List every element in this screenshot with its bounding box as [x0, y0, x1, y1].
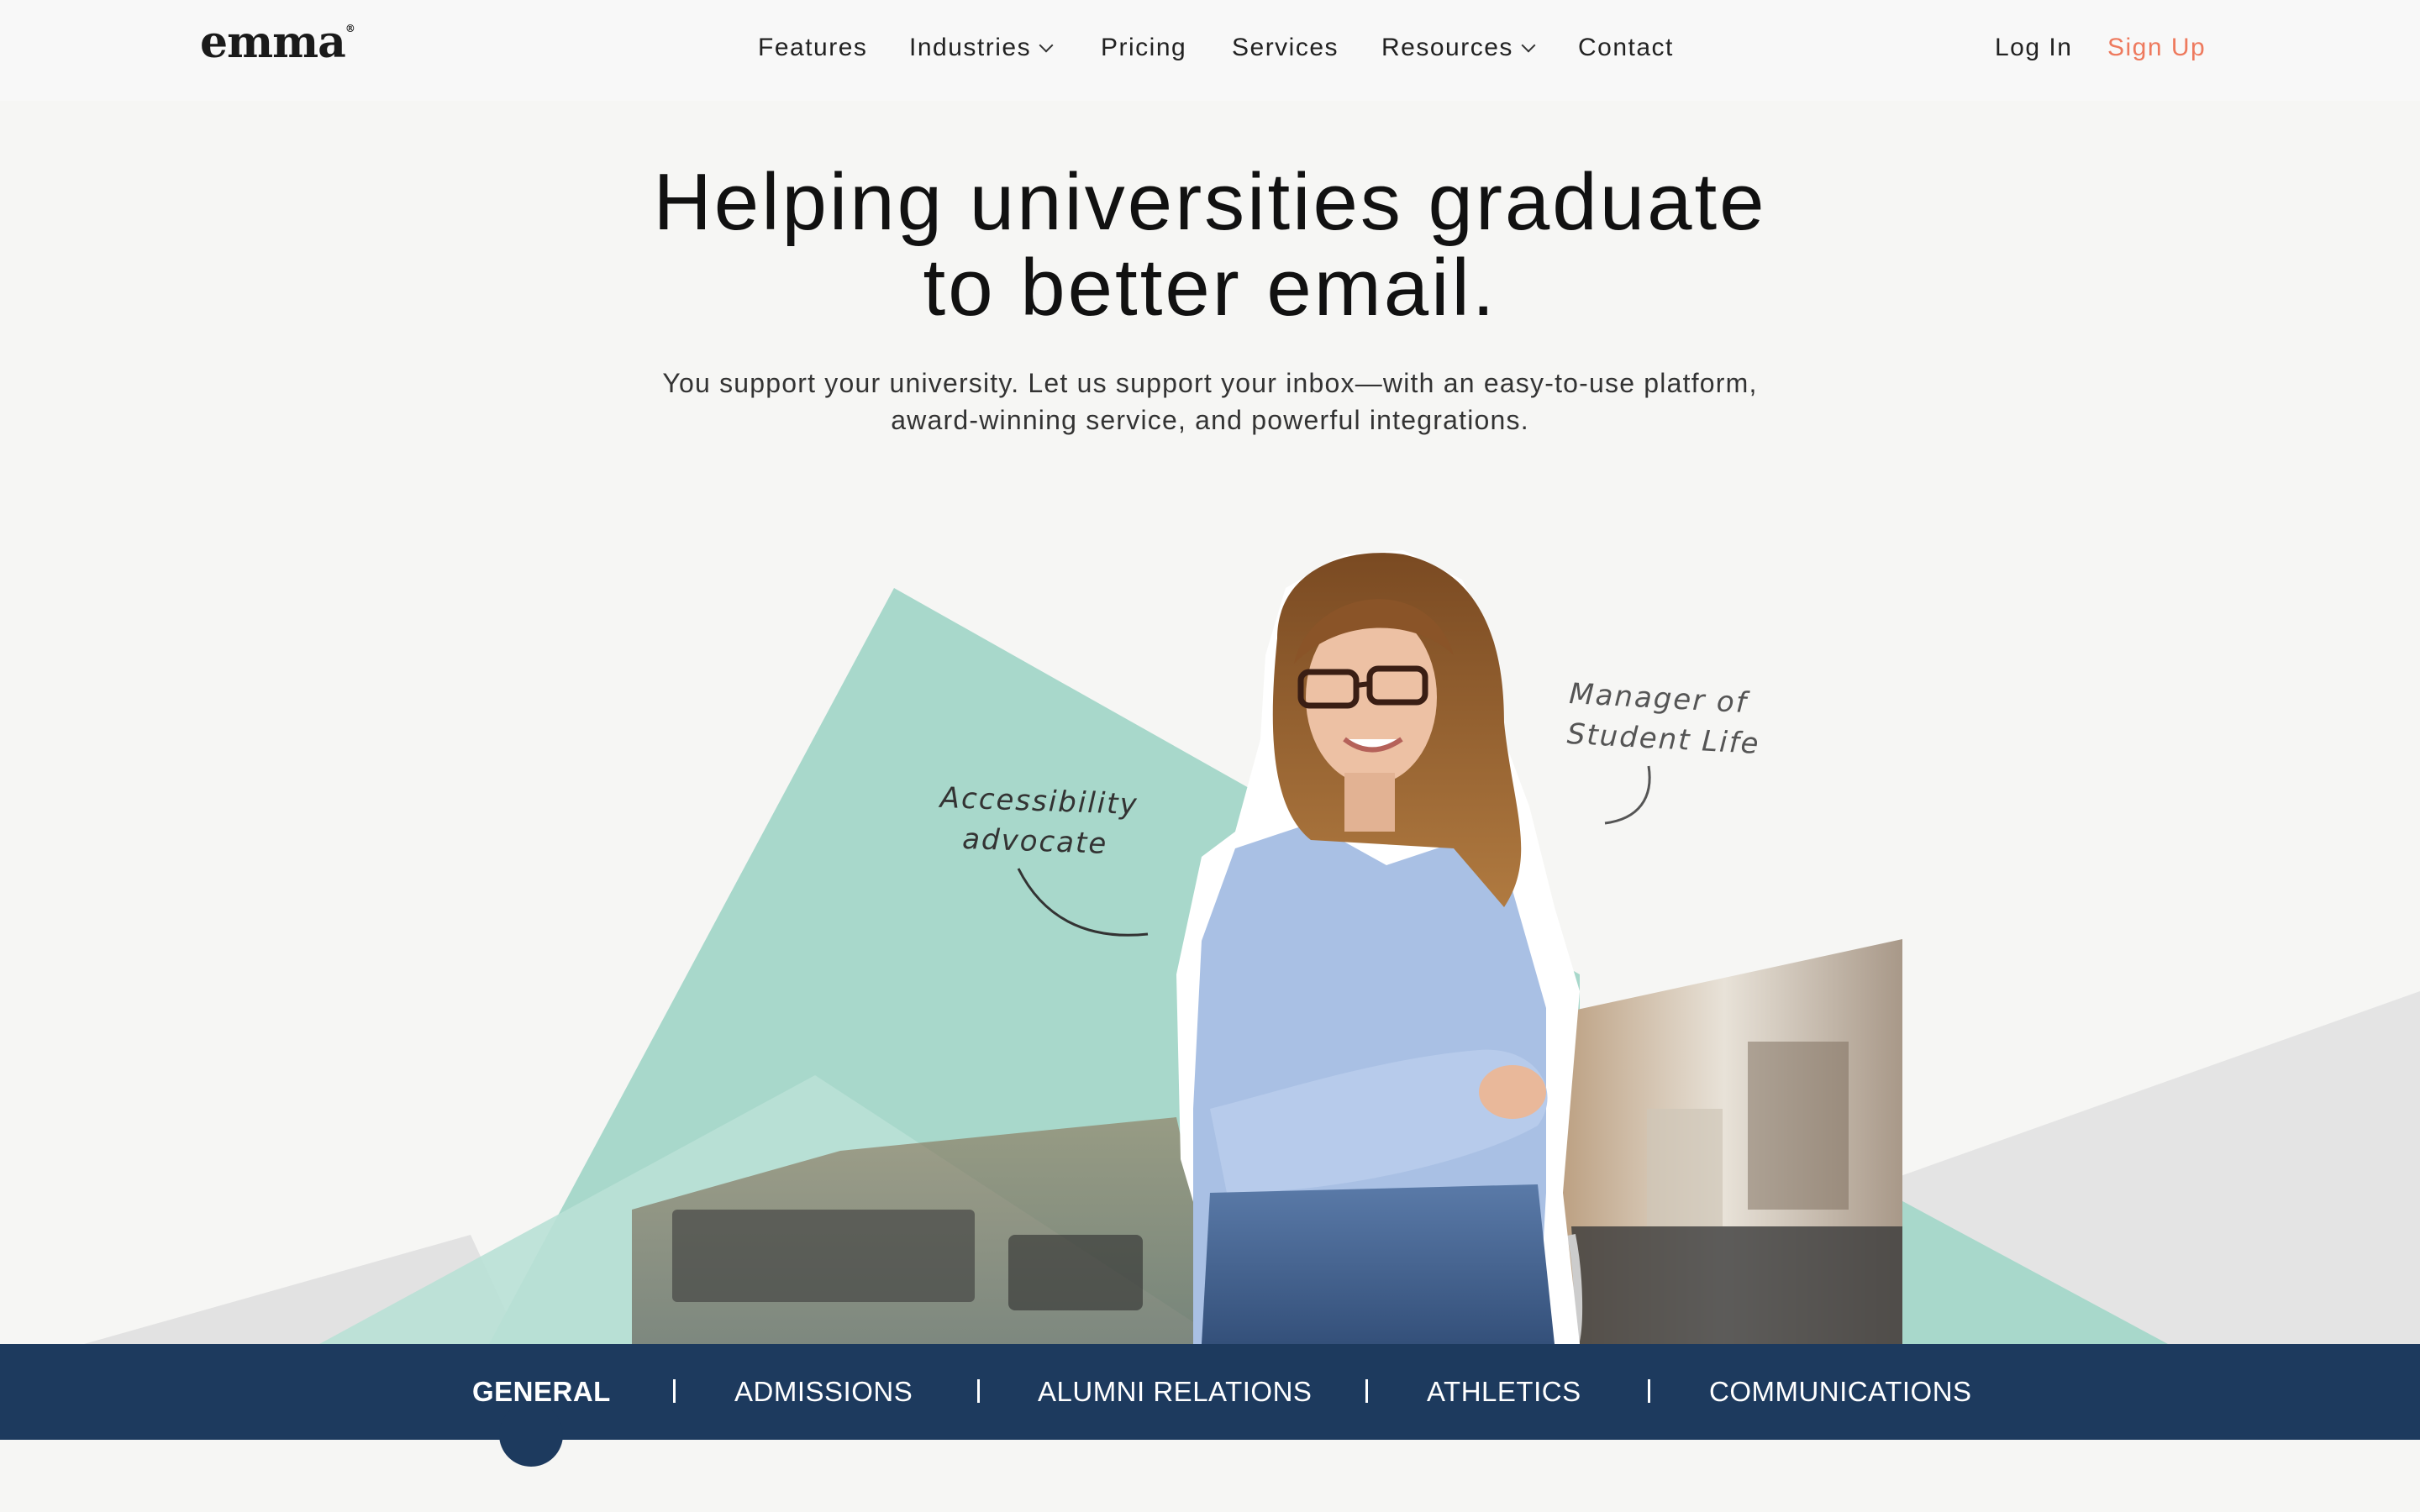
- tab-athletics[interactable]: ATHLETICS: [1427, 1344, 1581, 1440]
- portrait-hand: [1479, 1065, 1546, 1119]
- tab-separator: [977, 1379, 980, 1403]
- category-tab-bar: GENERAL ADMISSIONS ALUMNI RELATIONS ATHL…: [0, 1344, 2420, 1440]
- glasses-bridge: [1355, 681, 1370, 688]
- portrait-neck: [1344, 773, 1395, 832]
- annotation-accessibility-advocate: Accessibility advocate: [938, 778, 1139, 865]
- tab-communications[interactable]: COMMUNICATIONS: [1709, 1344, 1972, 1440]
- tab-separator: [1365, 1379, 1368, 1403]
- tab-admissions[interactable]: ADMISSIONS: [734, 1344, 913, 1440]
- phone-desk: [1008, 1235, 1143, 1310]
- annotation-left-line-1: Accessibility: [939, 780, 1139, 822]
- tab-alumni-relations[interactable]: ALUMNI RELATIONS: [1038, 1344, 1312, 1440]
- hero-artwork: [84, 550, 2420, 1346]
- office-shelf: [1748, 1042, 1849, 1210]
- tab-separator: [1648, 1379, 1650, 1403]
- annotation-left-line-2: advocate: [961, 822, 1108, 861]
- chair-back: [1571, 1226, 1902, 1344]
- annotation-manager-student-life: Manager of Student Life: [1566, 674, 1764, 764]
- portrait-jeans: [1202, 1184, 1555, 1344]
- tab-separator: [673, 1379, 676, 1403]
- active-tab-indicator: [499, 1403, 563, 1467]
- keyboard-desk: [672, 1210, 975, 1302]
- annotation-arrow-right: [1604, 765, 1651, 825]
- office-jar: [1647, 1109, 1723, 1226]
